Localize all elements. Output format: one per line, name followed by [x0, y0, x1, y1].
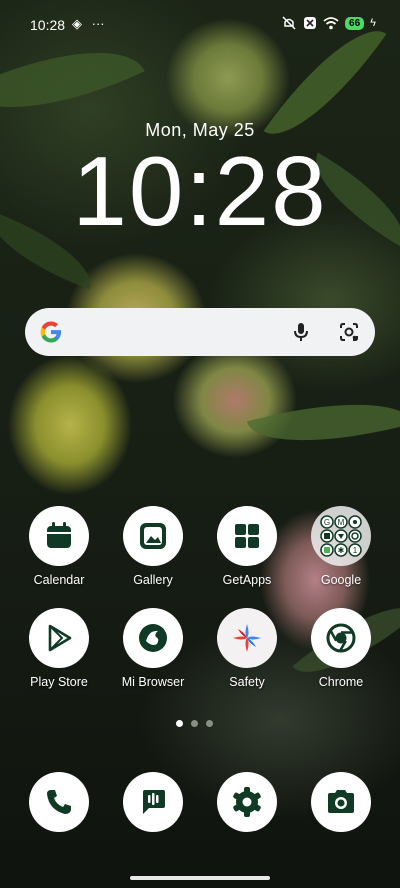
app-icon-wrapper[interactable]: G M ✱ 1 — [311, 506, 371, 566]
wifi-icon — [323, 17, 339, 30]
app-calendar[interactable]: Calendar — [14, 506, 104, 587]
calendar-icon — [47, 522, 71, 548]
app-label: GetApps — [222, 573, 272, 587]
status-time: 10:28 — [30, 17, 66, 33]
camera-icon — [328, 790, 354, 813]
messages-icon — [143, 790, 165, 814]
app-chrome[interactable]: Chrome — [296, 608, 386, 689]
app-safety[interactable]: Safety — [202, 608, 292, 689]
app-play-store[interactable]: Play Store — [14, 608, 104, 689]
app-icon-wrapper[interactable] — [217, 608, 277, 668]
dock-messages[interactable] — [108, 772, 198, 832]
google-search-bar[interactable] — [25, 308, 375, 356]
charging-icon: ϟ — [370, 17, 376, 29]
dock-camera[interactable] — [296, 772, 386, 832]
app-icon-wrapper[interactable] — [217, 506, 277, 566]
lockscreen-clock: 10:28 — [72, 136, 328, 246]
svg-text:M: M — [338, 518, 345, 527]
getapps-icon — [235, 524, 259, 548]
app-icon-wrapper[interactable] — [29, 506, 89, 566]
app-gallery[interactable]: Gallery — [108, 506, 198, 587]
mute-icon — [282, 16, 296, 30]
battery-indicator: 66 — [345, 16, 365, 30]
page-dot[interactable] — [206, 720, 213, 727]
app-folder-google[interactable]: G M ✱ 1 Google — [296, 506, 386, 587]
app-icon-wrapper[interactable] — [311, 608, 371, 668]
dock-phone[interactable] — [14, 772, 104, 832]
wallpaper-leaf — [246, 380, 400, 465]
app-label: Mi Browser — [121, 675, 185, 689]
app-label: Chrome — [318, 675, 364, 689]
dock-settings[interactable] — [202, 772, 292, 832]
mic-icon[interactable] — [289, 320, 313, 344]
app-icon-wrapper[interactable] — [29, 608, 89, 668]
status-notification-icons: ◈ ··· — [72, 16, 105, 32]
diamond-icon: ◈ — [72, 16, 82, 31]
page-dot[interactable] — [176, 720, 183, 727]
app-icon-wrapper[interactable] — [123, 772, 183, 832]
folder-icon: G M ✱ 1 — [320, 515, 362, 557]
app-label: Calendar — [33, 573, 85, 587]
settings-icon — [233, 787, 261, 817]
app-icon-wrapper[interactable] — [123, 506, 183, 566]
status-right-icons: 66 ϟ — [281, 15, 376, 31]
app-icon-wrapper[interactable] — [217, 772, 277, 832]
app-icon-wrapper[interactable] — [29, 772, 89, 832]
overflow-icon: ··· — [91, 16, 105, 31]
lens-icon[interactable] — [337, 320, 361, 344]
phone-icon — [47, 790, 71, 814]
play-store-icon — [48, 624, 72, 652]
gesture-navigation-bar[interactable] — [130, 876, 270, 880]
page-dot[interactable] — [191, 720, 198, 727]
app-label: Safety — [229, 675, 265, 689]
app-label: Play Store — [30, 675, 88, 689]
gallery-icon — [140, 523, 166, 549]
safety-icon — [233, 624, 261, 652]
app-label: Google — [320, 573, 362, 587]
svg-text:✱: ✱ — [338, 546, 345, 555]
svg-text:G: G — [324, 518, 330, 527]
page-indicator — [176, 720, 213, 727]
app-mi-browser[interactable]: Mi Browser — [108, 608, 198, 689]
app-icon-wrapper[interactable] — [123, 608, 183, 668]
svg-text:1: 1 — [353, 546, 358, 555]
app-getapps[interactable]: GetApps — [202, 506, 292, 587]
no-sim-icon — [304, 17, 317, 29]
app-icon-wrapper[interactable] — [311, 772, 371, 832]
google-g-icon — [40, 321, 61, 343]
chrome-icon — [326, 623, 356, 653]
mi-browser-icon — [139, 624, 167, 652]
app-label: Gallery — [133, 573, 173, 587]
